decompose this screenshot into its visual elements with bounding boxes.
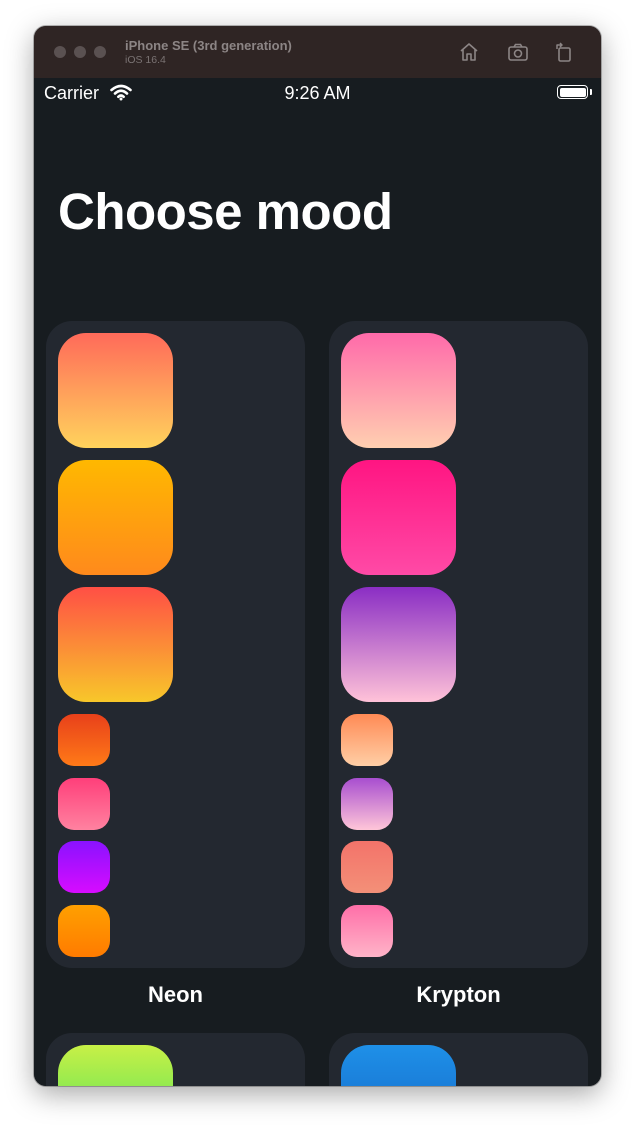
color-swatch-small	[58, 777, 110, 830]
color-swatch-small	[58, 904, 110, 957]
mood-name-label: Krypton	[416, 982, 501, 1007]
close-window-button[interactable]	[54, 46, 66, 58]
color-swatch-small	[341, 777, 393, 830]
color-swatch-large	[341, 1045, 456, 1086]
color-swatch-large	[58, 460, 173, 575]
page-title: Choose mood	[58, 183, 393, 240]
device-name: iPhone SE (3rd generation)	[125, 38, 292, 53]
mood-card[interactable]	[46, 321, 305, 968]
color-swatch-small	[341, 904, 393, 957]
mood-card[interactable]	[46, 1033, 305, 1086]
color-swatch-small	[341, 714, 393, 766]
zoom-window-button[interactable]	[94, 46, 106, 58]
color-swatch-large	[341, 333, 456, 448]
home-icon[interactable]	[457, 40, 481, 64]
color-swatch-small	[58, 841, 110, 893]
mood-card[interactable]	[329, 1033, 588, 1086]
os-version: iOS 16.4	[125, 54, 166, 66]
status-time: 9:26 AM	[284, 83, 351, 103]
color-swatch-large	[58, 333, 173, 448]
simulator-titlebar: iPhone SE (3rd generation) iOS 16.4	[34, 26, 601, 78]
minimize-window-button[interactable]	[74, 46, 86, 58]
color-swatch-small	[58, 714, 110, 766]
color-swatch-large	[341, 460, 456, 575]
mood-card[interactable]	[329, 321, 588, 968]
color-swatch-large	[341, 587, 456, 702]
color-swatch-large	[58, 1045, 173, 1086]
app-screen: Carrier 9:26 AM Choose mood Neon Krypton	[34, 78, 601, 1086]
screenshot-icon[interactable]	[506, 40, 530, 64]
mood-name-label: Neon	[148, 982, 203, 1007]
battery-icon	[557, 85, 588, 99]
color-swatch-large	[58, 587, 173, 702]
simulator-window: iPhone SE (3rd generation) iOS 16.4 Carr…	[34, 26, 601, 1086]
color-swatch-small	[341, 841, 393, 893]
rotate-icon[interactable]	[552, 40, 576, 64]
